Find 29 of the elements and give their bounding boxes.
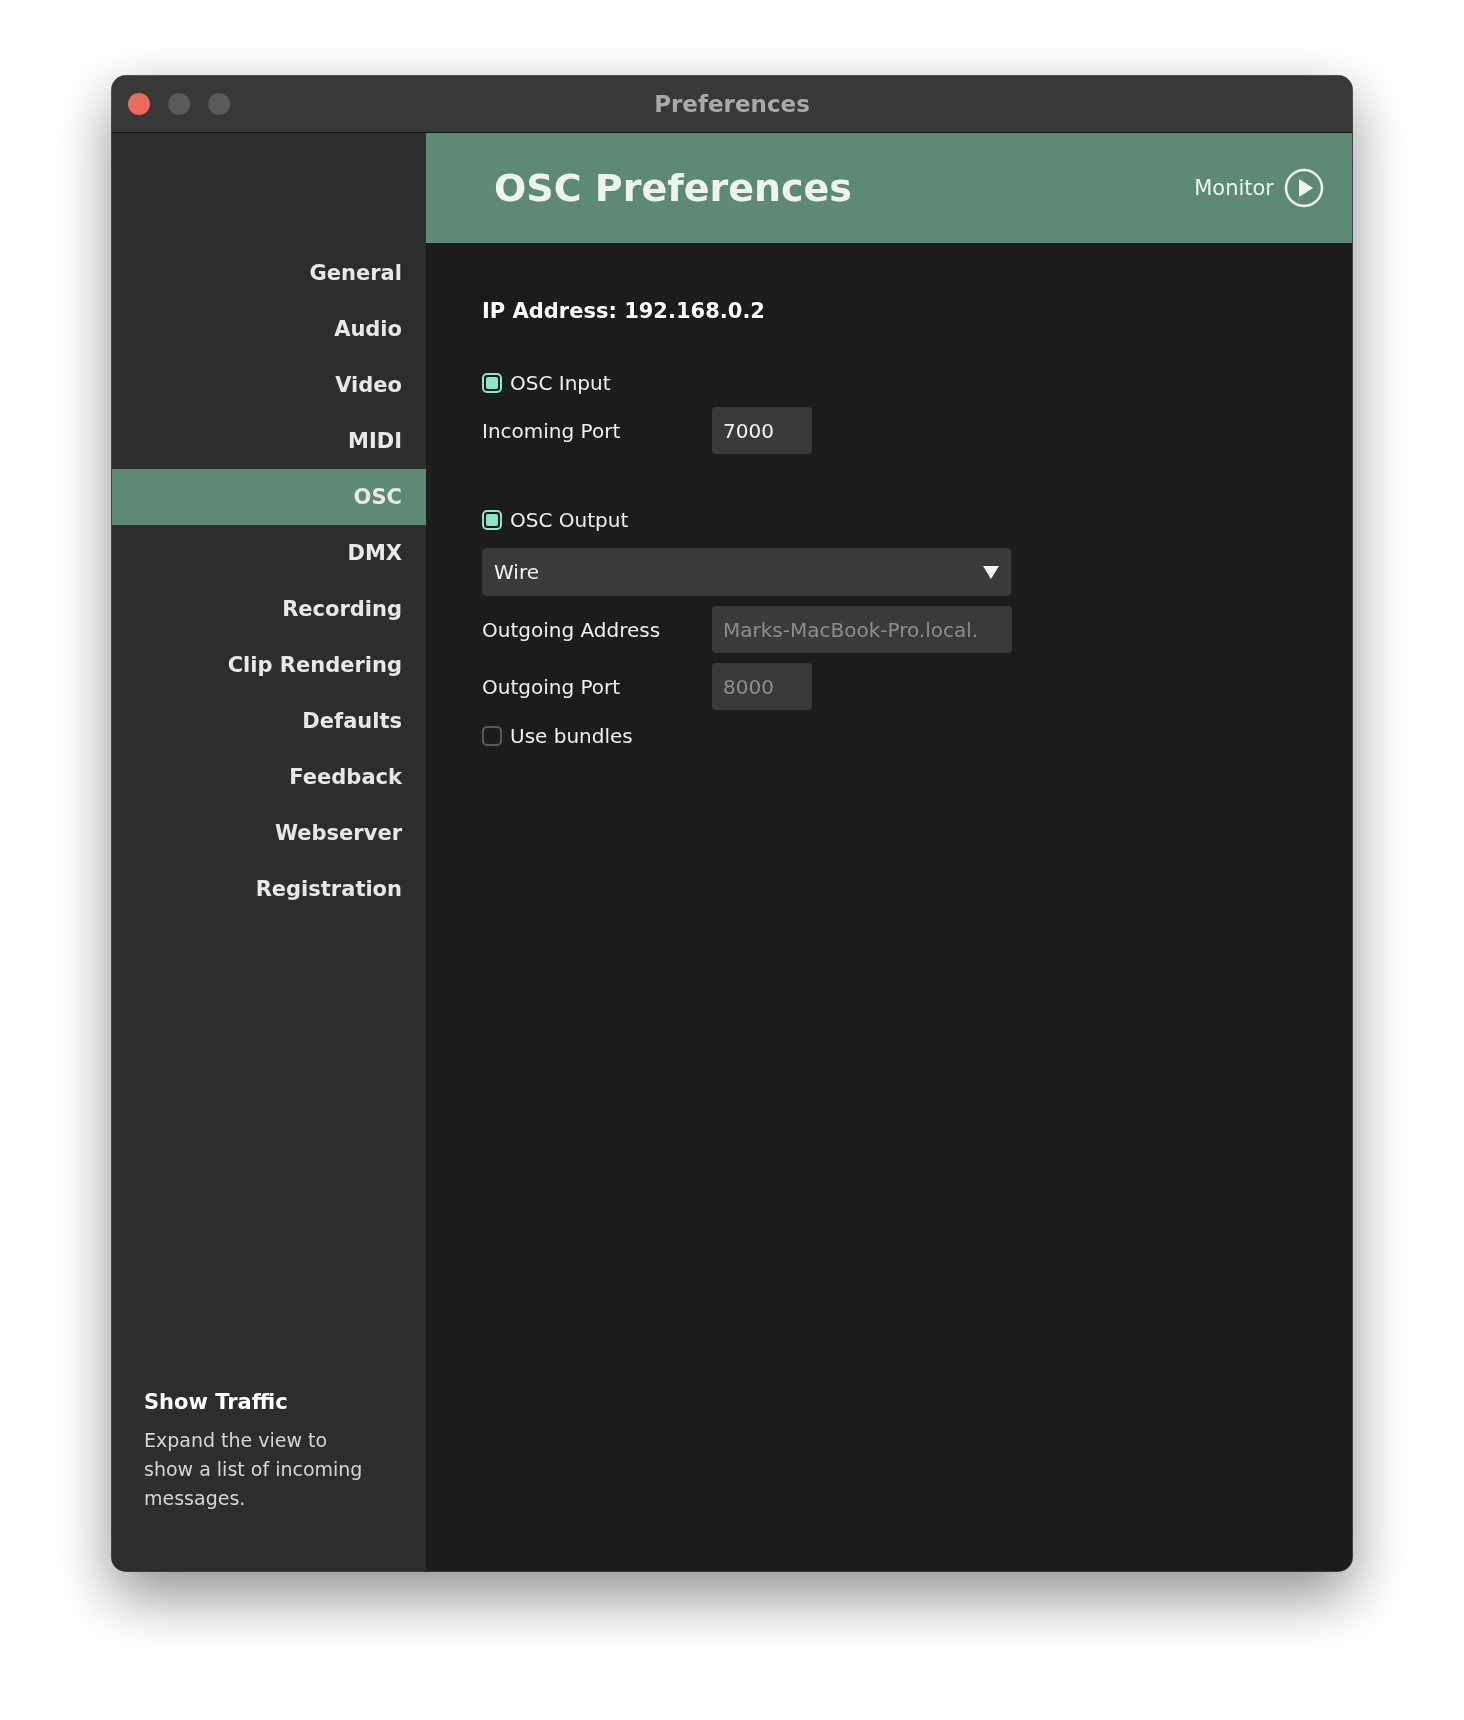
dropdown[interactable]: Wire <box>482 548 1011 596</box>
sidebar-item[interactable]: General <box>112 245 426 301</box>
field-label: Outgoing Port <box>482 674 622 699</box>
caret-icon <box>983 565 999 579</box>
monitor-button[interactable]: Monitor <box>1194 168 1324 208</box>
window-title: Preferences <box>654 91 810 117</box>
sidebar-item[interactable]: Video <box>112 357 426 413</box>
checkbox[interactable] <box>482 726 502 746</box>
sidebar-item[interactable]: Audio <box>112 301 426 357</box>
sidebar-item[interactable]: Defaults <box>112 693 426 749</box>
sidebar-item[interactable]: Recording <box>112 581 426 637</box>
sidebar-item[interactable]: MIDI <box>112 413 426 469</box>
ip-address: IP Address: 192.168.0.2 <box>482 299 766 323</box>
sidebar-item[interactable]: Feedback <box>112 749 426 805</box>
info-text: Expand the view to show a list of incoming messages. <box>144 1428 364 1511</box>
checkbox-label: Use bundles <box>510 724 633 748</box>
close-button[interactable] <box>128 93 150 115</box>
info-title: Show Traffic <box>144 1390 289 1414</box>
input-field[interactable]: 7000 <box>712 407 812 454</box>
sidebar-item[interactable]: Registration <box>112 861 426 917</box>
checkbox-label: OSC Output <box>510 508 629 532</box>
page-title: OSC Preferences <box>494 166 852 210</box>
field-label: Outgoing Address <box>482 617 662 642</box>
sidebar-item[interactable]: Webserver <box>112 805 426 861</box>
play-icon <box>1284 168 1324 208</box>
field-label: Incoming Port <box>482 418 622 443</box>
sidebar-item[interactable]: Clip Rendering <box>112 637 426 693</box>
checkbox-label: OSC Input <box>510 371 611 395</box>
sidebar-item[interactable]: DMX <box>112 525 426 581</box>
